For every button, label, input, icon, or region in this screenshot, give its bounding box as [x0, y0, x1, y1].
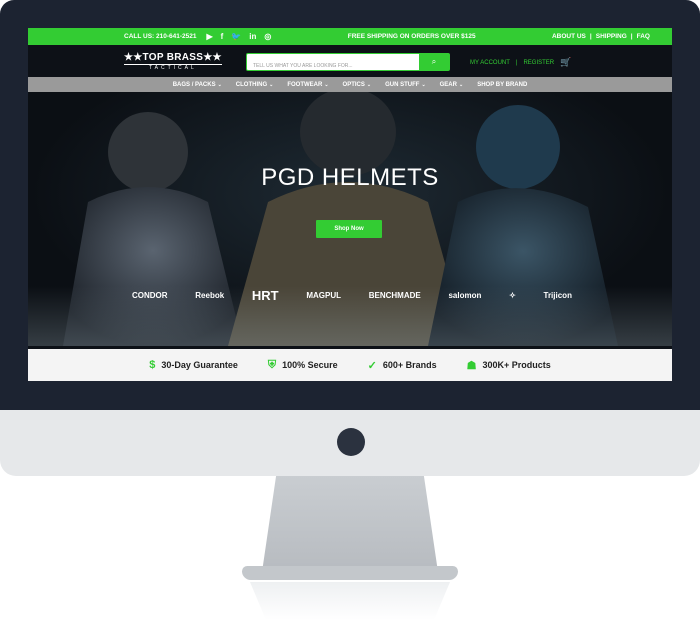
- divider: |: [630, 33, 633, 40]
- chevron-down-icon: ⌄: [458, 81, 464, 88]
- badge-check-icon: ✓: [367, 359, 377, 372]
- divider: |: [515, 59, 518, 66]
- main-nav: BAGS / PACKS ⌄ CLOTHING ⌄ FOOTWEAR ⌄ OPTICS…: [28, 77, 672, 92]
- hero-banner: PGD HELMETS Shop Now CONDOR Reebok HRT M…: [28, 92, 672, 346]
- register-link[interactable]: REGISTER: [523, 60, 554, 66]
- stand-reflection: [250, 582, 450, 620]
- search-bar: ⌕: [246, 53, 450, 73]
- shield-icon: ⛨: [267, 358, 277, 371]
- faq-link[interactable]: FAQ: [637, 33, 650, 40]
- facebook-icon[interactable]: f: [221, 32, 224, 41]
- money-bag-icon: $: [149, 359, 156, 371]
- nav-item-footwear[interactable]: FOOTWEAR ⌄: [287, 82, 328, 88]
- top-bar: CALL US: 210-641-2521 ▶ f 🐦 in ◎ FREE SH…: [28, 28, 672, 45]
- instagram-icon[interactable]: ◎: [264, 32, 271, 41]
- chevron-down-icon: ⌄: [269, 81, 274, 88]
- cart-icon[interactable]: 🛒: [560, 57, 571, 68]
- chevron-down-icon: ⌄: [324, 81, 329, 88]
- shipping-link[interactable]: SHIPPING: [596, 33, 627, 40]
- search-button[interactable]: ⌕: [419, 54, 449, 70]
- twitter-icon[interactable]: 🐦: [231, 32, 241, 41]
- logo-subtext: TACTICAL: [124, 64, 222, 71]
- monitor-stand: [262, 476, 438, 572]
- search-icon: ⌕: [431, 57, 437, 66]
- chevron-down-icon: ⌄: [421, 81, 426, 88]
- shipping-banner: FREE SHIPPING ON ORDERS OVER $125: [347, 33, 476, 40]
- divider: |: [589, 33, 592, 40]
- feature-guarantee: $ 30-Day Guarantee: [149, 359, 238, 371]
- site-logo[interactable]: ★★TOP BRASS★★ TACTICAL: [124, 52, 222, 71]
- nav-item-optics[interactable]: OPTICS ⌄: [343, 82, 372, 88]
- my-account-link[interactable]: MY ACCOUNT: [470, 60, 510, 66]
- features-bar: $ 30-Day Guarantee ⛨ 100% Secure ✓ 600+ …: [28, 349, 672, 381]
- nav-item-clothing[interactable]: CLOTHING ⌄: [236, 82, 274, 88]
- brand-logo-condor[interactable]: CONDOR: [132, 291, 168, 300]
- shop-now-button[interactable]: Shop Now: [316, 220, 382, 238]
- social-links: ▶ f 🐦 in ◎: [207, 32, 272, 41]
- brand-logo-trijicon[interactable]: Trijicon: [544, 291, 572, 300]
- chevron-down-icon: ⌄: [366, 81, 372, 88]
- brand-logo-magpul[interactable]: MAGPUL: [306, 291, 341, 300]
- feature-secure: ⛨ 100% Secure: [267, 358, 338, 371]
- phone-link[interactable]: CALL US: 210-641-2521: [124, 33, 197, 40]
- brand-logo-emblem[interactable]: ✧: [509, 291, 516, 300]
- brand-logo-benchmade[interactable]: BENCHMADE: [369, 291, 421, 300]
- monitor-foot: [242, 566, 458, 580]
- brand-logo-salomon[interactable]: salomon: [448, 291, 481, 300]
- hero-title: PGD HELMETS: [261, 164, 439, 191]
- feature-products: ☗ 300K+ Products: [466, 359, 551, 372]
- top-links: ABOUT US | SHIPPING | FAQ: [552, 33, 650, 40]
- logo-text: ★★TOP BRASS★★: [124, 52, 222, 63]
- nav-item-gun-stuff[interactable]: GUN STUFF ⌄: [385, 82, 426, 88]
- chevron-down-icon: ⌄: [217, 81, 222, 88]
- boxes-icon: ☗: [466, 359, 477, 372]
- nav-item-bags[interactable]: BAGS / PACKS ⌄: [173, 82, 222, 88]
- nav-item-gear[interactable]: GEAR ⌄: [440, 82, 464, 88]
- brand-logo-reebok[interactable]: Reebok: [195, 291, 224, 300]
- feature-brands: ✓ 600+ Brands: [367, 359, 437, 372]
- screen: CALL US: 210-641-2521 ▶ f 🐦 in ◎ FREE SH…: [28, 28, 672, 381]
- nav-item-shop-by-brand[interactable]: SHOP BY BRAND: [477, 82, 527, 88]
- apple-logo-icon: [337, 428, 365, 456]
- account-links: MY ACCOUNT | REGISTER 🛒: [470, 57, 571, 68]
- youtube-icon[interactable]: ▶: [207, 32, 213, 41]
- search-input[interactable]: [247, 59, 419, 73]
- about-link[interactable]: ABOUT US: [552, 33, 586, 40]
- brand-logo-hrt[interactable]: HRT: [252, 288, 279, 303]
- brand-logos: CONDOR Reebok HRT MAGPUL BENCHMADE salom…: [132, 288, 572, 303]
- linkedin-icon[interactable]: in: [249, 32, 256, 41]
- site-header: ★★TOP BRASS★★ TACTICAL ⌕ MY ACCOUNT | RE…: [28, 45, 672, 77]
